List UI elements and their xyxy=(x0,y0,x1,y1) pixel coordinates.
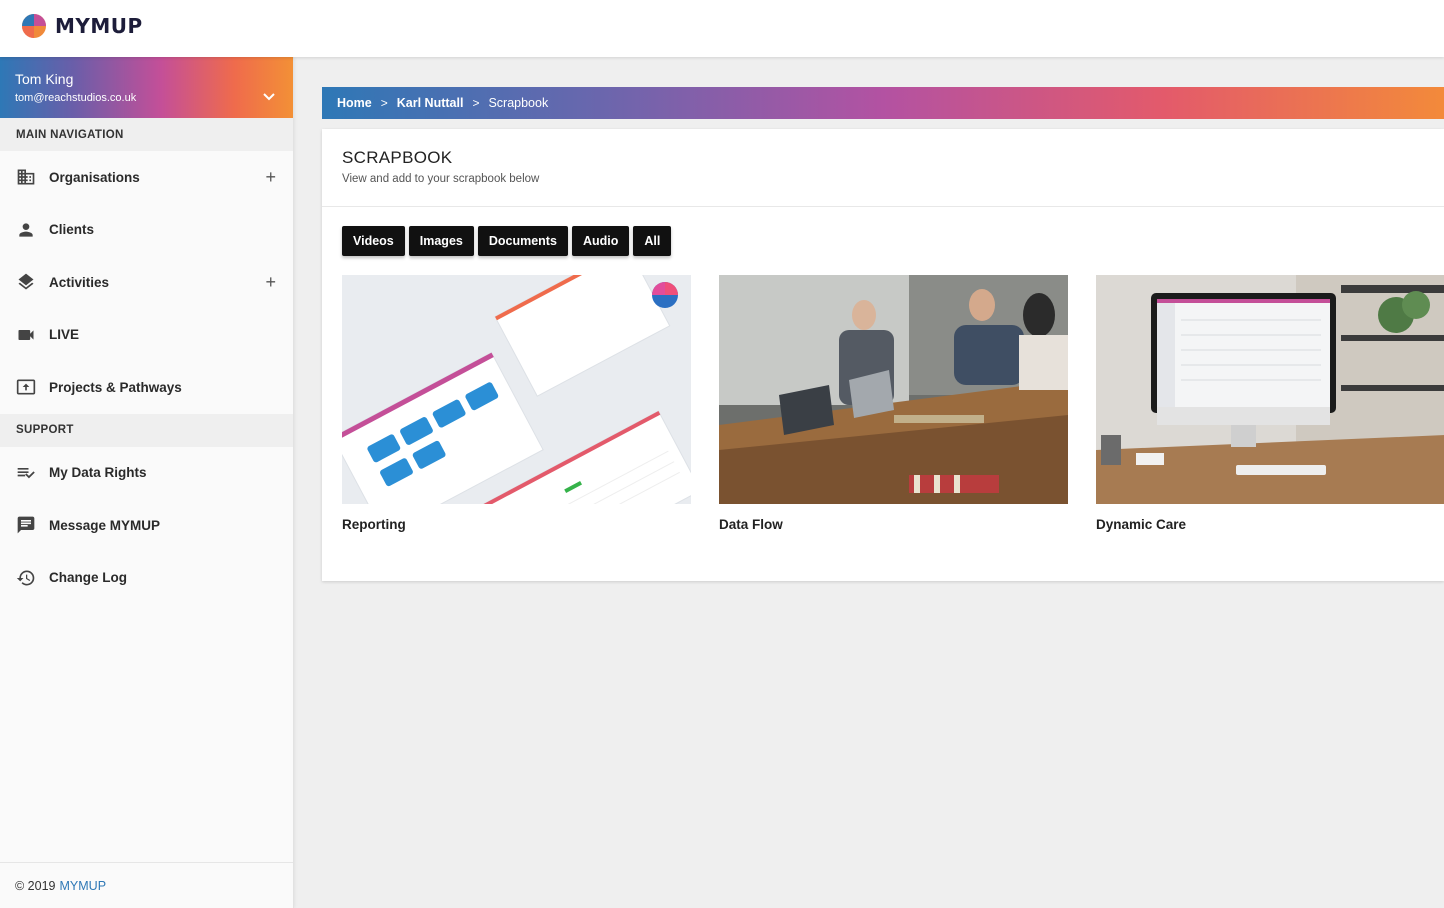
list-check-icon xyxy=(15,462,37,484)
user-name: Tom King xyxy=(15,71,74,87)
scrapbook-item-title: Data Flow xyxy=(719,517,783,532)
scrapbook-item-data-flow[interactable]: Data Flow xyxy=(719,275,1068,532)
sidebar-item-label: Clients xyxy=(49,222,95,238)
sidebar-item-organisations[interactable]: Organisations + xyxy=(0,151,293,204)
sidebar-item-projects-pathways[interactable]: Projects & Pathways xyxy=(0,361,293,414)
logo-icon xyxy=(22,14,46,38)
sidebar-item-label: Message MYMUP xyxy=(49,517,161,533)
user-email: tom@reachstudios.co.uk xyxy=(15,92,137,104)
breadcrumb-current: Scrapbook xyxy=(488,96,549,110)
sidebar-footer: © 2019 MYMUP xyxy=(0,862,293,908)
sidebar-item-label: My Data Rights xyxy=(49,465,147,481)
card-header: SCRAPBOOK View and add to your scrapbook… xyxy=(322,129,1444,207)
breadcrumb-home[interactable]: Home xyxy=(337,96,372,110)
scrapbook-thumbnail[interactable] xyxy=(342,275,691,504)
breadcrumb-client[interactable]: Karl Nuttall xyxy=(397,96,464,110)
scrapbook-item-title: Reporting xyxy=(342,517,406,532)
sidebar-item-message-mymup[interactable]: Message MYMUP xyxy=(0,499,293,552)
brand-name: MYMUP xyxy=(55,14,143,38)
filter-all-button[interactable]: All xyxy=(633,226,672,256)
sidebar-item-label: Projects & Pathways xyxy=(49,379,182,395)
filter-images-button[interactable]: Images xyxy=(408,226,474,256)
support-header: SUPPORT xyxy=(0,413,293,447)
sidebar-item-live[interactable]: LIVE xyxy=(0,309,293,362)
layers-icon xyxy=(15,271,37,293)
sidebar: Tom King tom@reachstudios.co.uk MAIN NAV… xyxy=(0,57,294,908)
expand-plus-icon[interactable]: + xyxy=(265,273,276,291)
copyright-text: © 2019 xyxy=(15,878,56,893)
page-subtitle: View and add to your scrapbook below xyxy=(342,173,540,185)
breadcrumb: Home > Karl Nuttall > Scrapbook xyxy=(322,87,1444,119)
expand-plus-icon[interactable]: + xyxy=(265,168,276,186)
top-bar: MYMUP xyxy=(0,0,1444,57)
breadcrumb-separator: > xyxy=(380,96,388,110)
building-icon xyxy=(15,166,37,188)
breadcrumb-separator: > xyxy=(472,96,480,110)
scrapbook-thumbnail[interactable] xyxy=(719,275,1068,504)
scrapbook-item-dynamic-care[interactable]: Dynamic Care xyxy=(1096,275,1444,532)
video-camera-icon xyxy=(15,324,37,346)
message-icon xyxy=(15,514,37,536)
page-title: SCRAPBOOK xyxy=(342,148,453,167)
filter-videos-button[interactable]: Videos xyxy=(342,226,405,256)
filter-documents-button[interactable]: Documents xyxy=(477,226,568,256)
scrapbook-item-title: Dynamic Care xyxy=(1096,517,1187,532)
sidebar-item-label: Change Log xyxy=(49,570,127,586)
history-icon xyxy=(15,567,37,589)
brand-logo[interactable]: MYMUP xyxy=(20,12,143,40)
sidebar-item-activities[interactable]: Activities + xyxy=(0,256,293,309)
filter-bar: Videos Images Documents Audio All xyxy=(342,226,675,256)
scrapbook-thumbnail[interactable] xyxy=(1096,275,1444,504)
filter-audio-button[interactable]: Audio xyxy=(571,226,630,256)
sidebar-item-clients[interactable]: Clients xyxy=(0,204,293,257)
sidebar-item-label: Organisations xyxy=(49,169,140,185)
user-card[interactable]: Tom King tom@reachstudios.co.uk xyxy=(0,57,293,118)
sidebar-item-label: LIVE xyxy=(49,327,80,343)
sidebar-item-my-data-rights[interactable]: My Data Rights xyxy=(0,447,293,500)
sidebar-item-change-log[interactable]: Change Log xyxy=(0,552,293,605)
main-navigation-header: MAIN NAVIGATION xyxy=(0,118,293,151)
chevron-down-icon[interactable] xyxy=(262,92,276,102)
upload-box-icon xyxy=(15,376,37,398)
person-icon xyxy=(15,219,37,241)
sidebar-item-label: Activities xyxy=(49,274,110,290)
scrapbook-card: SCRAPBOOK View and add to your scrapbook… xyxy=(322,129,1444,581)
scrapbook-item-reporting[interactable]: Reporting xyxy=(342,275,691,532)
footer-brand-link[interactable]: MYMUP xyxy=(60,879,107,893)
